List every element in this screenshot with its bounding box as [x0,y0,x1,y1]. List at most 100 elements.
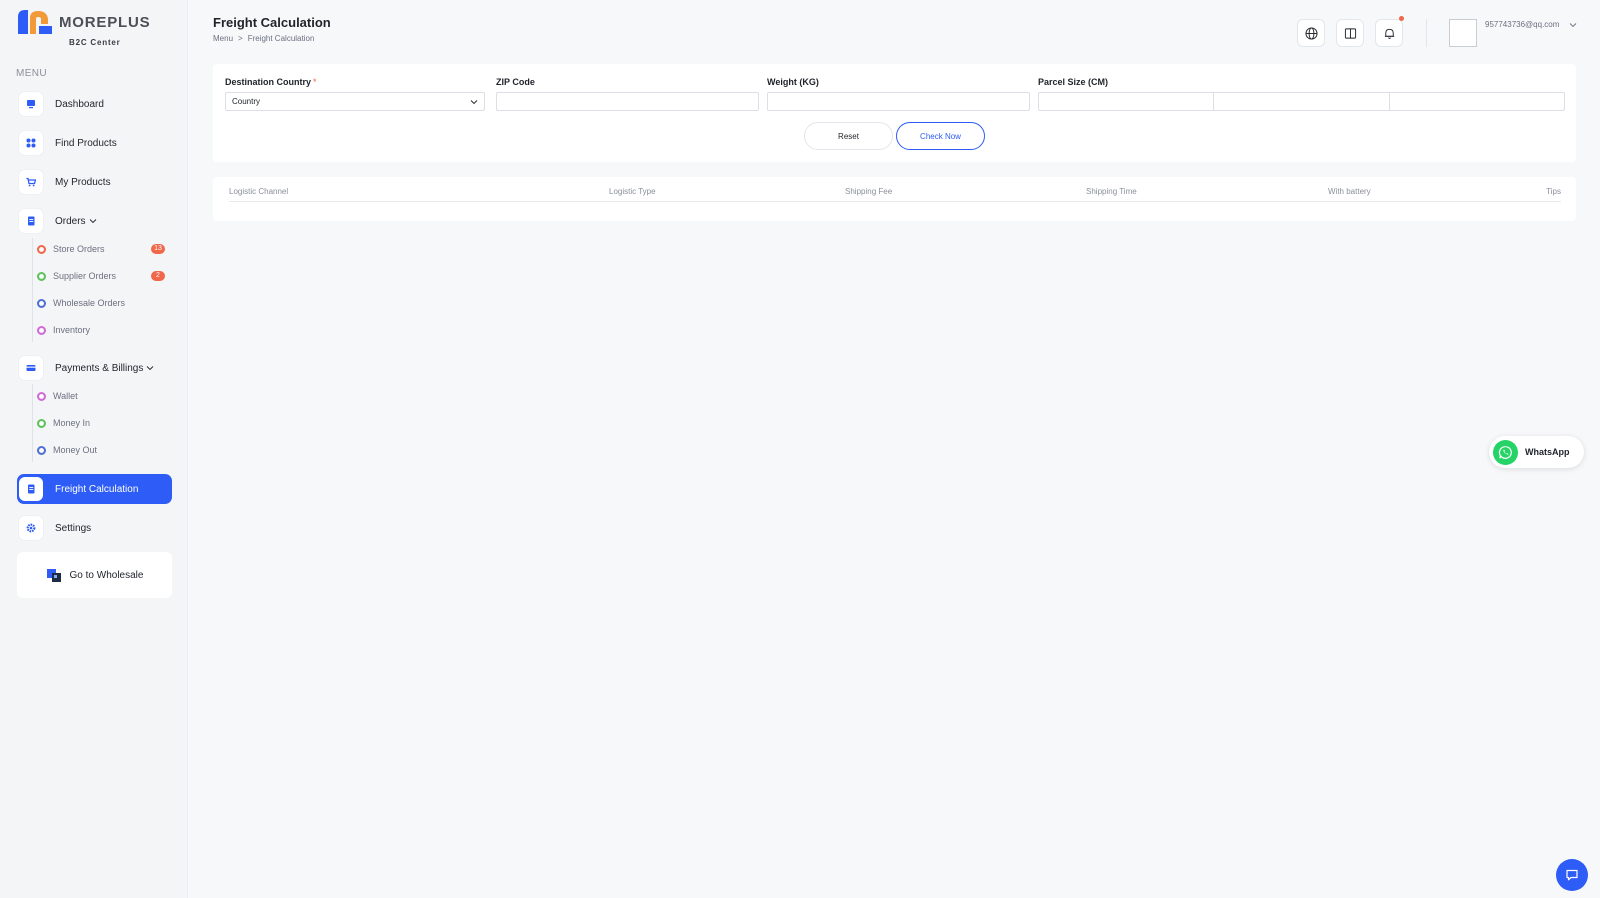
moreplus-logo-icon [18,10,52,34]
column-header-logistic-type: Logistic Type [609,187,656,196]
sidebar-item-label: Dashboard [55,98,104,110]
wholesale-icon [46,569,61,582]
brand-logo[interactable]: MOREPLUS B2C Center [17,9,177,49]
submenu-guide-line [32,384,33,462]
breadcrumb-current: Freight Calculation [247,34,315,43]
guide-button[interactable] [1336,19,1364,47]
column-header-with-battery: With battery [1328,187,1371,196]
sidebar-item-label: My Products [55,176,111,188]
sidebar-subitem-label: Wholesale Orders [53,298,126,308]
chat-bubble-icon [1566,869,1578,881]
sidebar-item-label: Find Products [55,137,117,149]
freight-form: Destination Country * Country ZIP Code We… [213,64,1576,162]
sidebar-item-label: Settings [55,522,92,534]
menu-title: MENU [16,68,48,79]
table-header: Logistic Channel Logistic Type Shipping … [229,177,1561,202]
whatsapp-icon [1493,439,1518,465]
sidebar-subitem-store-orders[interactable]: Store Orders 13 [37,241,165,257]
breadcrumb-root[interactable]: Menu [213,34,233,43]
column-header-shipping-time: Shipping Time [1086,187,1137,196]
whatsapp-label: WhatsApp [1525,447,1570,457]
gear-icon [19,516,43,540]
breadcrumb-separator: > [238,34,243,43]
status-dot-icon [37,418,46,428]
submenu-guide-line [32,238,33,342]
sidebar-item-label: Orders [55,215,86,227]
cart-icon [19,170,43,194]
notification-dot [1399,16,1404,21]
parcel-length-input[interactable] [1038,92,1215,111]
sidebar-subitem-label: Money In [53,418,91,428]
whatsapp-button[interactable]: WhatsApp [1489,436,1584,468]
sidebar-subitem-label: Supplier Orders [53,271,117,281]
sidebar-subitem-label: Inventory [53,325,91,335]
column-header-logistic-channel: Logistic Channel [229,187,289,196]
status-dot-icon [37,298,46,308]
notifications-button[interactable] [1375,19,1403,47]
status-dot-icon [37,271,46,281]
sidebar-subitem-wallet[interactable]: Wallet [37,388,165,404]
count-badge: 13 [151,244,165,254]
document-icon [19,477,43,501]
sidebar-item-find-products[interactable]: Find Products [17,128,172,158]
book-icon [1344,27,1356,39]
required-mark: * [313,77,317,87]
sidebar-subitem-wholesale-orders[interactable]: Wholesale Orders [37,295,165,311]
parcel-width-input[interactable] [1214,92,1390,111]
sidebar-subitem-label: Money Out [53,445,98,455]
sidebar-item-label: Freight Calculation [55,483,139,495]
sidebar-item-payments-billings[interactable]: Payments & Billings [17,353,172,383]
breadcrumb: Menu > Freight Calculation [213,34,314,43]
sidebar-item-my-products[interactable]: My Products [17,167,172,197]
destination-country-select[interactable]: Country [225,92,485,111]
chevron-down-icon [89,219,96,224]
grid-icon [19,131,43,155]
status-dot-icon [37,445,46,455]
user-email[interactable]: 957743736@qq.com [1485,20,1559,29]
column-header-shipping-fee: Shipping Fee [845,187,893,196]
status-dot-icon [37,325,46,335]
brand-subtitle: B2C Center [69,38,121,47]
chat-button[interactable] [1556,859,1588,891]
count-badge: 2 [151,271,165,281]
chevron-down-icon [470,99,478,104]
monitor-icon [19,92,43,116]
bell-icon [1384,28,1394,39]
sidebar-subitem-inventory[interactable]: Inventory [37,322,165,338]
go-to-wholesale-button[interactable]: Go to Wholesale [17,552,172,598]
sidebar: MOREPLUS B2C Center MENU Dashboard Find … [0,0,188,898]
status-dot-icon [37,391,46,401]
sidebar-subitem-supplier-orders[interactable]: Supplier Orders 2 [37,268,165,284]
sidebar-item-label: Payments & Billings [55,362,144,374]
sidebar-subitem-label: Wallet [53,391,78,401]
brand-name: MOREPLUS [59,14,151,31]
chevron-down-icon[interactable] [1569,21,1577,29]
status-dot-icon [37,244,46,254]
reset-button[interactable]: Reset [804,122,893,150]
language-button[interactable] [1297,19,1325,47]
globe-icon [1304,26,1318,40]
weight-input[interactable] [767,92,1030,111]
card-icon [19,356,43,380]
parcel-size-inputs [1038,92,1565,111]
parcel-size-label: Parcel Size (CM) [1038,77,1109,87]
avatar[interactable] [1449,19,1477,47]
chevron-down-icon [147,366,154,371]
weight-label: Weight (KG) [767,77,819,87]
sidebar-item-dashboard[interactable]: Dashboard [17,89,172,119]
check-now-button[interactable]: Check Now [896,122,985,150]
parcel-height-input[interactable] [1389,92,1565,111]
destination-country-label: Destination Country * [225,77,317,87]
sidebar-subitem-money-out[interactable]: Money Out [37,442,165,458]
document-icon [19,209,43,233]
zip-code-input[interactable] [496,92,759,111]
sidebar-item-settings[interactable]: Settings [17,513,172,543]
column-header-tips: Tips [1546,187,1561,196]
sidebar-item-freight-calculation[interactable]: Freight Calculation [17,474,172,504]
sidebar-subitem-money-in[interactable]: Money In [37,415,165,431]
sidebar-item-orders[interactable]: Orders [17,206,172,236]
results-table: Logistic Channel Logistic Type Shipping … [213,177,1576,221]
page-title: Freight Calculation [213,15,331,30]
sidebar-subitem-label: Store Orders [53,244,105,254]
go-to-wholesale-label: Go to Wholesale [69,569,144,581]
